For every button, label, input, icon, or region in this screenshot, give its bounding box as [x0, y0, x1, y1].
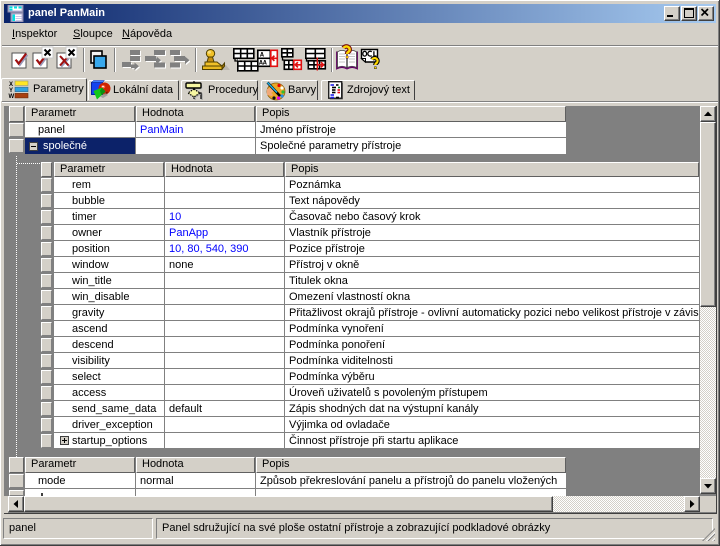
svg-text:A: A	[260, 52, 264, 59]
svg-text:AA: AA	[259, 60, 267, 67]
svg-text:W: W	[9, 94, 15, 99]
